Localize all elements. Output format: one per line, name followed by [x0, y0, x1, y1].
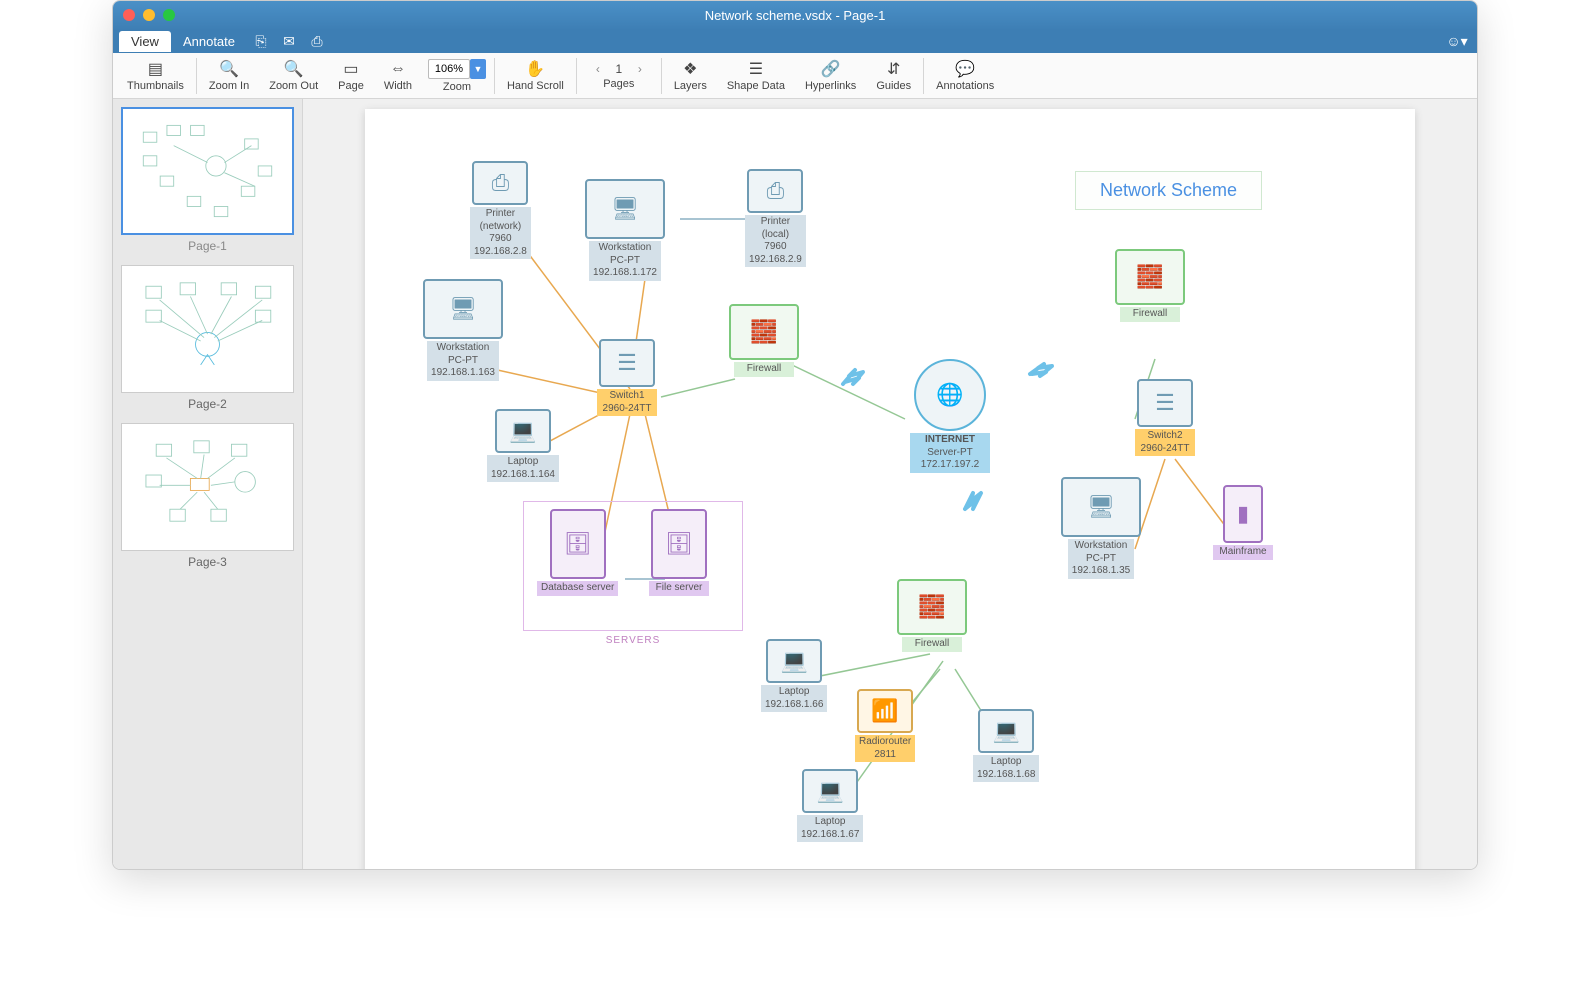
- node-laptop-67[interactable]: 💻 Laptop192.168.1.67: [797, 769, 863, 842]
- layers-button[interactable]: ❖ Layers: [664, 53, 717, 98]
- zoom-window-button[interactable]: [163, 9, 175, 21]
- zoom-in-button[interactable]: 🔍 Zoom In: [199, 53, 259, 98]
- mainframe-icon: ▮: [1223, 485, 1263, 543]
- node-firewall-3[interactable]: 🧱 Firewall: [897, 579, 967, 652]
- guides-icon: ⇵: [887, 60, 900, 78]
- workstation-icon: 🖥: [423, 279, 503, 339]
- share-icon[interactable]: ✉: [275, 30, 303, 53]
- node-mainframe[interactable]: ▮ Mainframe: [1213, 485, 1273, 560]
- firewall-icon: 🧱: [897, 579, 967, 635]
- page-next-button[interactable]: ›: [632, 62, 648, 76]
- node-laptop-68[interactable]: 💻 Laptop192.168.1.68: [973, 709, 1039, 782]
- thumbnail-label-3: Page-3: [121, 555, 294, 569]
- router-icon: 📶: [857, 689, 913, 733]
- printer-icon: ⎙: [472, 161, 528, 205]
- node-switch-1[interactable]: ☰ Switch12960-24TT: [597, 339, 657, 416]
- thumbnails-panel: Page-1 Page-2 Page-3: [113, 99, 303, 869]
- help-icon[interactable]: ☺▾: [1443, 30, 1471, 53]
- page-number: 1: [610, 62, 628, 76]
- annotations-icon: 💬: [955, 60, 975, 78]
- globe-icon: 🌐: [914, 359, 986, 431]
- servers-label: SERVERS: [524, 635, 742, 646]
- annotations-button[interactable]: 💬 Annotations: [926, 53, 1004, 98]
- thumbnail-label-2: Page-2: [121, 397, 294, 411]
- node-workstation-2[interactable]: 🖥 WorkstationPC-PT192.168.1.163: [423, 279, 503, 381]
- server-icon: 🗄: [651, 509, 707, 579]
- canvas[interactable]: Network Scheme ⎙ Printer(network)7960192…: [303, 99, 1477, 869]
- window-title: Network scheme.vsdx - Page-1: [113, 8, 1477, 23]
- pages-nav: ‹ 1 › Pages: [579, 53, 659, 98]
- node-file-server[interactable]: 🗄 File server: [649, 509, 709, 596]
- menubar: View Annotate ⎘ ✉ ⎙ ☺▾: [113, 29, 1477, 53]
- firewall-icon: 🧱: [729, 304, 799, 360]
- workstation-icon: 🖥: [585, 179, 665, 239]
- zoom-in-icon: 🔍: [219, 60, 239, 78]
- node-firewall-1[interactable]: 🧱 Firewall: [729, 304, 799, 377]
- printer-icon: ⎙: [747, 169, 803, 213]
- close-window-button[interactable]: [123, 9, 135, 21]
- thumbnail-page-1[interactable]: [121, 107, 294, 235]
- firewall-icon: 🧱: [1115, 249, 1185, 305]
- fit-page-button[interactable]: ▭ Page: [328, 53, 374, 98]
- fit-width-button[interactable]: ⇔ Width: [374, 53, 422, 98]
- node-database-server[interactable]: 🗄 Database server: [537, 509, 618, 596]
- tab-annotate[interactable]: Annotate: [171, 31, 247, 52]
- zoom-input[interactable]: [428, 59, 470, 79]
- layers-icon: ❖: [683, 60, 697, 78]
- page-prev-button[interactable]: ‹: [590, 62, 606, 76]
- hand-icon: ✋: [525, 60, 545, 78]
- zoom-label: Zoom: [443, 81, 471, 93]
- node-workstation-3[interactable]: 🖥 WorkstationPC-PT192.168.1.35: [1061, 477, 1141, 579]
- fit-width-icon: ⇔: [390, 60, 406, 78]
- thumbnail-page-3[interactable]: [121, 423, 294, 551]
- guides-button[interactable]: ⇵ Guides: [866, 53, 921, 98]
- node-printer-local[interactable]: ⎙ Printer(local)7960192.168.2.9: [745, 169, 806, 267]
- hyperlinks-button[interactable]: 🔗 Hyperlinks: [795, 53, 866, 98]
- shape-data-button[interactable]: ☰ Shape Data: [717, 53, 795, 98]
- fit-page-icon: ▭: [343, 60, 358, 78]
- hand-scroll-button[interactable]: ✋ Hand Scroll: [497, 53, 574, 98]
- switch-icon: ☰: [1137, 379, 1193, 427]
- node-laptop-1[interactable]: 💻 Laptop192.168.1.164: [487, 409, 559, 482]
- zoom-dropdown[interactable]: ▼: [470, 59, 486, 79]
- node-laptop-66[interactable]: 💻 Laptop192.168.1.66: [761, 639, 827, 712]
- zoom-out-icon: 🔍: [284, 60, 304, 78]
- node-radiorouter[interactable]: 📶 Radiorouter2811: [855, 689, 915, 762]
- node-workstation-1[interactable]: 🖥 WorkstationPC-PT192.168.1.172: [585, 179, 665, 281]
- zoom-out-button[interactable]: 🔍 Zoom Out: [259, 53, 328, 98]
- laptop-icon: 💻: [495, 409, 551, 453]
- workstation-icon: 🖥: [1061, 477, 1141, 537]
- switch-icon: ☰: [599, 339, 655, 387]
- tab-view[interactable]: View: [119, 31, 171, 52]
- node-firewall-2[interactable]: 🧱 Firewall: [1115, 249, 1185, 322]
- node-switch-2[interactable]: ☰ Switch22960-24TT: [1135, 379, 1195, 456]
- diagram-title: Network Scheme: [1075, 171, 1262, 210]
- thumbnails-button[interactable]: ▤ Thumbnails: [117, 53, 194, 98]
- server-icon: 🗄: [550, 509, 606, 579]
- print-icon[interactable]: ⎙: [303, 30, 331, 53]
- laptop-icon: 💻: [978, 709, 1034, 753]
- export-pdf-icon[interactable]: ⎘: [247, 30, 275, 53]
- thumbnail-page-2[interactable]: [121, 265, 294, 393]
- hyperlinks-icon: 🔗: [821, 60, 841, 78]
- node-internet[interactable]: 🌐 INTERNETServer-PT172.17.197.2: [910, 359, 990, 473]
- thumbnails-icon: ▤: [148, 60, 163, 78]
- thumbnail-label-1: Page-1: [121, 239, 294, 253]
- shape-data-icon: ☰: [749, 60, 763, 78]
- node-printer-network[interactable]: ⎙ Printer(network)7960192.168.2.8: [470, 161, 531, 259]
- zoom-select: ▼ Zoom: [422, 53, 492, 98]
- minimize-window-button[interactable]: [143, 9, 155, 21]
- laptop-icon: 💻: [802, 769, 858, 813]
- toolbar: ▤ Thumbnails 🔍 Zoom In 🔍 Zoom Out ▭ Page…: [113, 53, 1477, 99]
- titlebar: Network scheme.vsdx - Page-1: [113, 1, 1477, 29]
- page-1: Network Scheme ⎙ Printer(network)7960192…: [365, 109, 1415, 869]
- laptop-icon: 💻: [766, 639, 822, 683]
